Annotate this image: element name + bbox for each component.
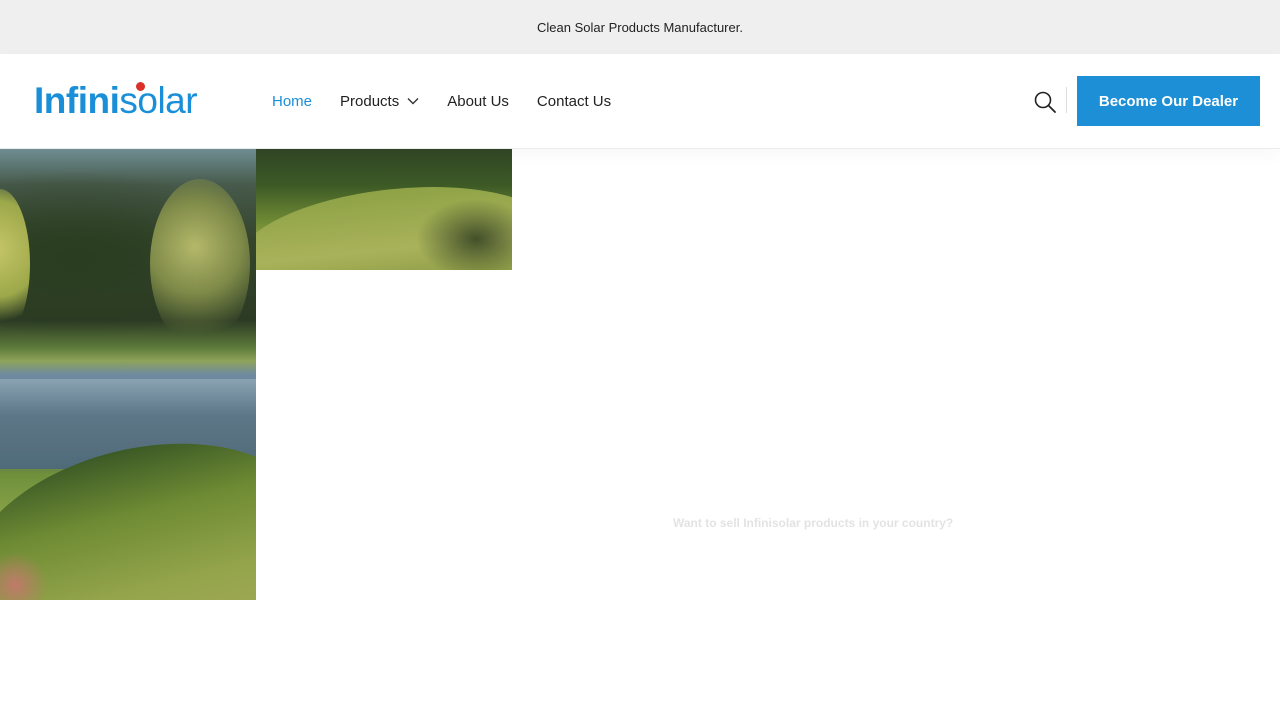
- nav-about-us[interactable]: About Us: [447, 93, 509, 110]
- logo-part-solar: solar: [119, 80, 198, 121]
- hero-landscape-image-left: [0, 149, 256, 600]
- infinisolar-logo[interactable]: Infini solar: [34, 80, 198, 121]
- logo-part-infini: Infini: [34, 80, 120, 121]
- nav-products[interactable]: Products: [340, 93, 419, 110]
- become-dealer-button[interactable]: Become Our Dealer: [1077, 76, 1260, 126]
- nav-products-label: Products: [340, 92, 400, 110]
- hero-dealer-tagline: Want to sell Infinisolar products in you…: [673, 516, 954, 530]
- nav-home[interactable]: Home: [272, 93, 312, 110]
- hero-landscape-image-top: [256, 149, 512, 270]
- nav-contact-us[interactable]: Contact Us: [537, 93, 611, 110]
- logo-dot: [136, 82, 145, 91]
- announcement-bar: Clean Solar Products Manufacturer.: [0, 0, 1280, 54]
- main-nav: Home Products About Us Contact Us: [272, 54, 639, 148]
- search-icon[interactable]: [1033, 90, 1057, 114]
- chevron-down-icon: [407, 98, 419, 105]
- announcement-text: Clean Solar Products Manufacturer.: [537, 19, 743, 35]
- header-divider: [1066, 87, 1067, 113]
